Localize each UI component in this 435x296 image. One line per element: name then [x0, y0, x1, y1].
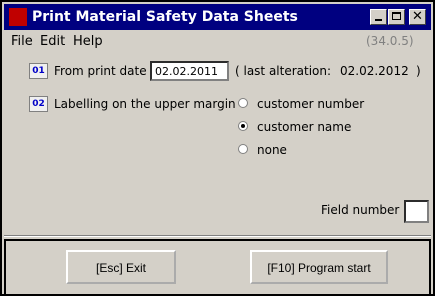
print-date-code-badge[interactable]: 01 [29, 63, 48, 79]
print-date-label: From print date [54, 64, 147, 78]
labelling-label: Labelling on the upper margin [54, 97, 236, 111]
none-option-label[interactable]: none [257, 143, 287, 157]
print-safety-sheets-window: Print Material Safety Data Sheets ✕ File… [0, 0, 435, 296]
footer-separator [4, 235, 431, 237]
hazard-app-icon [9, 8, 27, 26]
customer-name-option-label[interactable]: customer name [257, 120, 351, 134]
menu-help[interactable]: Help [73, 34, 103, 49]
close-icon: ✕ [412, 9, 423, 24]
field-number-label: Field number [321, 203, 400, 217]
minimize-button[interactable] [370, 9, 387, 25]
none-radio[interactable] [238, 144, 248, 154]
exit-button[interactable]: [Esc] Exit [66, 250, 176, 284]
last-alteration-close: ) [416, 64, 421, 78]
last-alteration-label: ( last alteration: [235, 64, 332, 78]
program-start-button[interactable]: [F10] Program start [250, 250, 388, 284]
title-bar[interactable]: Print Material Safety Data Sheets ✕ [4, 4, 431, 30]
close-button[interactable]: ✕ [409, 9, 426, 25]
menu-edit[interactable]: Edit [40, 34, 65, 49]
menu-file[interactable]: File [11, 34, 33, 49]
labelling-code-badge[interactable]: 02 [29, 96, 48, 112]
print-date-input[interactable] [150, 61, 229, 81]
menu-bar: File Edit Help (34.0.5) [4, 31, 431, 53]
window-title: Print Material Safety Data Sheets [32, 9, 298, 25]
version-number: (34.0.5) [366, 34, 414, 48]
customer-name-radio[interactable] [238, 121, 248, 131]
customer-number-option-label[interactable]: customer number [257, 97, 364, 111]
field-number-input[interactable] [404, 200, 429, 223]
last-alteration-date: 02.02.2012 [340, 64, 409, 78]
customer-number-radio[interactable] [238, 98, 248, 108]
maximize-button[interactable] [388, 9, 405, 25]
minimize-icon [375, 19, 382, 21]
maximize-icon [392, 12, 401, 20]
